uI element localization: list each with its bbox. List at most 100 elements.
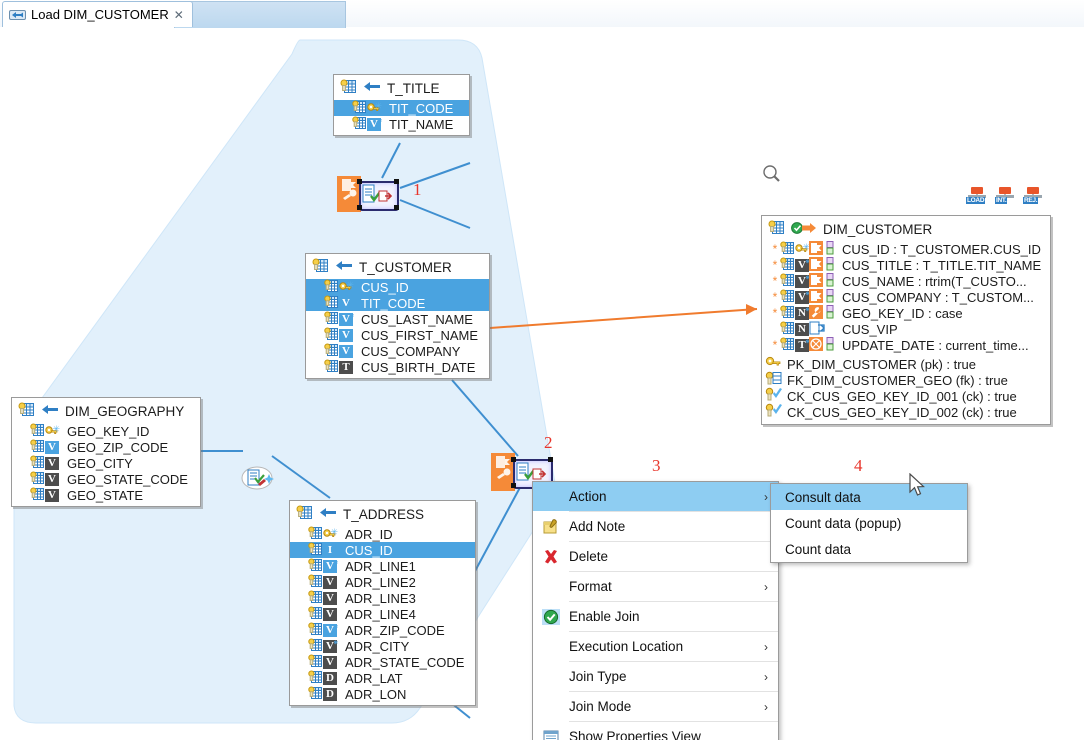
constraint-row[interactable]: CK_CUS_GEO_KEY_ID_001 (ck) : true <box>762 387 1050 404</box>
mapped-column-icon <box>809 256 826 274</box>
menu-item-action[interactable]: Action › <box>533 482 778 511</box>
modified-marker: * <box>772 290 778 304</box>
column-row[interactable]: D ADR_LON <box>290 686 475 702</box>
column-row[interactable]: V * TIT_NAME <box>334 116 469 132</box>
table-grid-icon <box>768 220 785 238</box>
column-row[interactable]: V GEO_ZIP_CODE <box>12 439 200 455</box>
target-column-row[interactable]: * V * CUS_TITLE : T_TITLE.TIT_NAME <box>762 256 1050 274</box>
column-grid-icon <box>30 471 45 488</box>
target-column-row[interactable]: * N * GEO_KEY_ID : case <box>762 304 1050 322</box>
table-header[interactable]: T_TITLE <box>334 75 469 100</box>
column-grid-icon <box>308 526 323 543</box>
column-label: CUS_ID <box>361 279 409 295</box>
load-step-button[interactable]: LOAD <box>966 186 988 208</box>
column-grid-icon <box>30 487 45 504</box>
close-icon[interactable]: ✕ <box>174 9 184 21</box>
column-type-icon: V * <box>795 258 810 272</box>
column-type-icon: V <box>339 328 353 342</box>
menu-item-label: Delete <box>569 549 609 564</box>
target-column-row[interactable]: N CUS_VIP <box>762 321 1050 337</box>
table-header[interactable]: T_ADDRESS <box>290 501 475 526</box>
editor-tab-load-dim-customer[interactable]: Load DIM_CUSTOMER ✕ <box>2 1 193 27</box>
table-t-title[interactable]: T_TITLE ✳ TIT_CODE V * TIT_NAME <box>333 74 470 136</box>
unmapped-column-icon <box>809 321 826 338</box>
menu-item-format[interactable]: Format › <box>533 572 778 601</box>
chevron-right-icon: › <box>764 699 768 714</box>
constraint-row[interactable]: PK_DIM_CUSTOMER (pk) : true <box>762 356 1050 372</box>
column-row[interactable]: V * ADR_CITY <box>290 638 475 654</box>
column-grid-icon <box>352 116 367 133</box>
column-type-icon: V * <box>323 623 338 637</box>
column-row[interactable]: ✳ GEO_KEY_ID <box>12 423 200 439</box>
column-label: GEO_KEY_ID <box>67 423 150 439</box>
column-label: CUS_BIRTH_DATE <box>361 359 476 375</box>
column-row[interactable]: V CUS_COMPANY <box>306 343 489 359</box>
column-row[interactable]: ✳ ADR_ID <box>290 526 475 542</box>
column-row[interactable]: V GEO_STATE <box>12 487 200 503</box>
table-dim-customer-target[interactable]: DIM_CUSTOMER * ✳ CUS_ID: T_CUSTOMER.CUS… <box>761 215 1051 425</box>
table-dim-geography[interactable]: DIM_GEOGRAPHY ✳ GEO_KEY_ID V GEO_ZIP_COD… <box>11 397 201 507</box>
modified-marker: * <box>772 306 778 320</box>
table-header[interactable]: DIM_GEOGRAPHY <box>12 398 200 423</box>
menu-item-delete[interactable]: Delete <box>533 542 778 571</box>
menu-item-add-note[interactable]: Add Note <box>533 512 778 541</box>
column-row[interactable]: I * CUS_ID <box>290 542 475 558</box>
column-type-icon: I * <box>327 542 338 557</box>
action-submenu[interactable]: Consult data Count data (popup) Count da… <box>770 483 968 563</box>
menu-item-label: Enable Join <box>569 609 640 624</box>
column-row[interactable]: V * ADR_ZIP_CODE <box>290 622 475 638</box>
column-type-icon: V <box>323 575 337 589</box>
target-column-row[interactable]: * V * CUS_COMPANY : T_CUSTOM... <box>762 288 1050 305</box>
menu-item-execution-location[interactable]: Execution Location › <box>533 632 778 661</box>
modified-marker: * <box>772 338 778 352</box>
column-row[interactable]: V CUS_FIRST_NAME <box>306 327 489 343</box>
lookup-join-node[interactable] <box>241 465 277 494</box>
table-t-customer[interactable]: T_CUSTOMER ✳ CUS_ID V TIT_CODE V * CUS_L… <box>305 253 490 379</box>
column-row[interactable]: V ADR_LINE4 <box>290 606 475 622</box>
join-node-1[interactable] <box>337 176 403 212</box>
column-row[interactable]: T CUS_BIRTH_DATE <box>306 359 489 375</box>
mouse-cursor <box>909 473 925 496</box>
target-column-row[interactable]: * V * CUS_NAME : rtrim(T_CUSTO... <box>762 272 1050 289</box>
column-row[interactable]: V * ADR_LINE1 <box>290 558 475 574</box>
submenu-item-count-data-popup-[interactable]: Count data (popup) <box>771 510 967 536</box>
column-row[interactable]: V GEO_STATE_CODE <box>12 471 200 487</box>
target-column-row[interactable]: * ✳ CUS_ID : T_CUSTOMER.CUS_ID <box>762 240 1050 257</box>
column-label: CUS_LAST_NAME <box>361 311 473 327</box>
reject-step-button[interactable]: REJ. <box>1022 186 1044 208</box>
column-row[interactable]: V ADR_STATE_CODE <box>290 654 475 670</box>
menu-item-join-mode[interactable]: Join Mode › <box>533 692 778 721</box>
column-indicator-icon <box>826 256 835 274</box>
target-column-row[interactable]: * T * UPDATE_DATE : current_time... <box>762 336 1050 353</box>
submenu-item-label: Count data <box>785 541 852 557</box>
magnifier-icon[interactable] <box>761 164 783 189</box>
constraint-row[interactable]: CK_CUS_GEO_KEY_ID_002 (ck) : true <box>762 403 1050 420</box>
context-menu[interactable]: Action › Add Note Delete Format › Enable… <box>532 481 779 740</box>
target-table-header[interactable]: DIM_CUSTOMER <box>762 216 1050 241</box>
source-arrow-icon <box>319 506 337 522</box>
column-row[interactable]: D ADR_LAT <box>290 670 475 686</box>
submenu-item-consult-data[interactable]: Consult data <box>771 484 967 510</box>
column-row[interactable]: ✳ TIT_CODE <box>334 100 469 116</box>
table-header[interactable]: T_CUSTOMER <box>306 254 489 279</box>
column-type-icon: T * <box>795 338 810 352</box>
column-label: GEO_ZIP_CODE <box>67 439 169 455</box>
menu-item-show-properties-view[interactable]: Show Properties View <box>533 722 778 740</box>
integration-step-button[interactable]: INT. <box>994 186 1016 208</box>
column-row[interactable]: ✳ CUS_ID <box>306 279 489 295</box>
source-arrow-icon <box>335 259 353 275</box>
column-row[interactable]: V GEO_CITY <box>12 455 200 471</box>
column-row[interactable]: V ADR_LINE2 <box>290 574 475 590</box>
diagram-canvas[interactable]: LOAD INT. REJ. 1 2 3 4 T_TITLE ✳ TIT_COD… <box>0 28 1084 740</box>
column-row[interactable]: V TIT_CODE <box>306 295 489 311</box>
target-column-label: UPDATE_DATE : current_time... <box>842 337 1029 353</box>
column-row[interactable]: V ADR_LINE3 <box>290 590 475 606</box>
menu-item-enable-join[interactable]: Enable Join <box>533 602 778 631</box>
expression-wrench-icon <box>809 304 826 322</box>
submenu-item-count-data[interactable]: Count data <box>771 536 967 562</box>
menu-item-join-type[interactable]: Join Type › <box>533 662 778 691</box>
column-row[interactable]: V * CUS_LAST_NAME <box>306 311 489 327</box>
constraint-row[interactable]: FK_DIM_CUSTOMER_GEO (fk) : true <box>762 371 1050 388</box>
column-grid-icon <box>324 343 339 360</box>
table-t-address[interactable]: T_ADDRESS ✳ ADR_ID I * CUS_ID V * ADR_LI… <box>289 500 476 706</box>
